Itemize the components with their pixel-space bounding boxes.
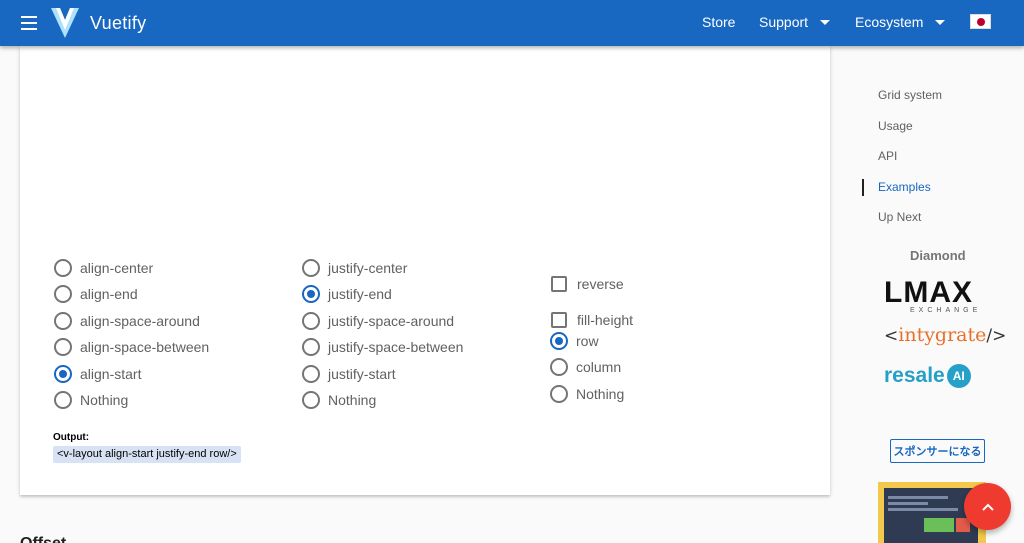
radio-label: justify-space-around	[328, 313, 455, 329]
lmax-sponsor-logo[interactable]: LMAX EXCHANGE	[884, 276, 990, 314]
nav-ecosystem-menu[interactable]: Ecosystem	[855, 14, 946, 30]
become-sponsor-button[interactable]: スポンサーになる	[890, 439, 985, 463]
radio-justify-center[interactable]: justify-center	[302, 259, 407, 277]
checkbox-label: fill-height	[577, 312, 634, 328]
resale-logo-badge: AI	[946, 364, 971, 388]
toc-item-usage[interactable]: Usage	[878, 119, 913, 133]
checkbox-icon[interactable]	[551, 276, 567, 292]
vuetify-logo-icon[interactable]	[51, 6, 79, 38]
radio-justify-nothing[interactable]: Nothing	[302, 391, 376, 409]
radio-icon[interactable]	[54, 312, 72, 330]
resale-logo-text: resale	[884, 364, 945, 387]
checkbox-fill-height[interactable]: fill-height	[551, 312, 633, 328]
brand-title[interactable]: Vuetify	[90, 13, 146, 34]
output-code: <v-layout align-start justify-end row/>	[53, 446, 241, 463]
output-label: Output:	[53, 432, 90, 443]
intygrate-sponsor-logo[interactable]: <intygrate/>	[884, 324, 1006, 346]
radio-label: row	[576, 333, 599, 349]
radio-icon[interactable]	[54, 391, 72, 409]
radio-selected-icon[interactable]	[550, 332, 568, 350]
radio-icon[interactable]	[302, 391, 320, 409]
japan-flag-icon[interactable]	[970, 14, 991, 29]
radio-icon[interactable]	[302, 365, 320, 383]
radio-label: justify-center	[328, 260, 408, 276]
radio-label: align-space-between	[80, 339, 210, 355]
radio-icon[interactable]	[54, 285, 72, 303]
radio-icon[interactable]	[550, 358, 568, 376]
radio-row[interactable]: row	[550, 332, 599, 350]
chevron-down-icon	[935, 19, 946, 25]
radio-label: align-space-around	[80, 313, 200, 329]
radio-label: align-end	[80, 286, 138, 302]
radio-selected-icon[interactable]	[54, 365, 72, 383]
checkbox-icon[interactable]	[551, 312, 567, 328]
radio-column[interactable]: column	[550, 358, 621, 376]
toc-item-examples[interactable]: Examples	[878, 180, 931, 194]
radio-justify-start[interactable]: justify-start	[302, 365, 396, 383]
radio-align-center[interactable]: align-center	[54, 259, 153, 277]
radio-label: Nothing	[80, 392, 129, 408]
nav-support-menu[interactable]: Support	[759, 14, 831, 30]
sponsor-tier-heading: Diamond	[910, 248, 966, 263]
resale-ai-sponsor-logo[interactable]: resale AI	[884, 364, 971, 388]
radio-icon[interactable]	[54, 259, 72, 277]
radio-icon[interactable]	[302, 259, 320, 277]
radio-align-space-between[interactable]: align-space-between	[54, 338, 209, 356]
radio-label: align-center	[80, 260, 154, 276]
toc-item-grid-system[interactable]: Grid system	[878, 88, 942, 102]
radio-justify-space-around[interactable]: justify-space-around	[302, 312, 454, 330]
radio-label: align-start	[80, 366, 142, 382]
nav-ecosystem-label: Ecosystem	[855, 14, 924, 30]
nav-store-link[interactable]: Store	[702, 14, 735, 30]
radio-align-nothing[interactable]: Nothing	[54, 391, 128, 409]
intygrate-logo-text: intygrate	[898, 324, 987, 346]
radio-icon[interactable]	[54, 338, 72, 356]
radio-direction-nothing[interactable]: Nothing	[550, 385, 624, 403]
toc-item-up-next[interactable]: Up Next	[878, 210, 921, 224]
radio-selected-icon[interactable]	[302, 285, 320, 303]
radio-align-space-around[interactable]: align-space-around	[54, 312, 200, 330]
radio-label: justify-start	[328, 366, 396, 382]
app-bar: Vuetify Store Support Ecosystem	[0, 0, 1024, 46]
nav-store-label: Store	[702, 14, 736, 30]
radio-label: justify-space-between	[328, 339, 464, 355]
radio-icon[interactable]	[550, 385, 568, 403]
radio-align-start[interactable]: align-start	[54, 365, 141, 383]
radio-icon[interactable]	[302, 312, 320, 330]
chevron-down-icon	[820, 19, 831, 25]
scroll-to-top-button[interactable]	[964, 483, 1011, 530]
radio-icon[interactable]	[302, 338, 320, 356]
nav-support-label: Support	[759, 14, 809, 30]
radio-justify-end[interactable]: justify-end	[302, 285, 392, 303]
toc-item-api[interactable]: API	[878, 149, 897, 163]
lmax-logo-subtext: EXCHANGE	[910, 307, 981, 314]
radio-justify-space-between[interactable]: justify-space-between	[302, 338, 463, 356]
menu-icon[interactable]	[17, 12, 41, 34]
toc-active-indicator	[862, 179, 864, 196]
radio-label: justify-end	[328, 286, 392, 302]
lmax-logo-text: LMAX	[884, 278, 973, 309]
radio-label: column	[576, 359, 622, 375]
radio-align-end[interactable]: align-end	[54, 285, 138, 303]
checkbox-reverse[interactable]: reverse	[551, 276, 624, 292]
section-title: Offset	[20, 535, 66, 543]
chevron-up-icon	[981, 503, 994, 511]
radio-label: Nothing	[328, 392, 377, 408]
checkbox-label: reverse	[577, 276, 624, 292]
radio-label: Nothing	[576, 386, 625, 402]
